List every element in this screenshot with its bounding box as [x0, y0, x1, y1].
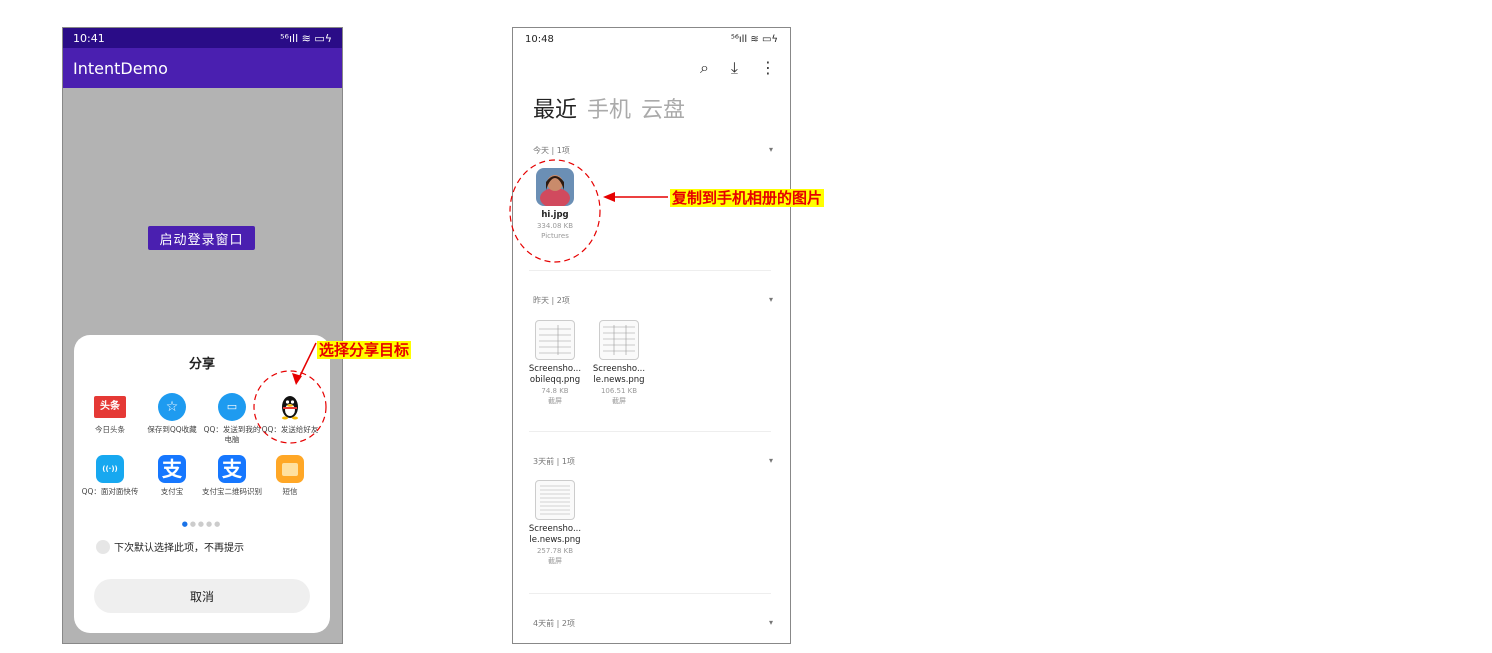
search-icon[interactable]: ⌕: [700, 58, 709, 78]
file-name: Screensho... le.news.png: [528, 524, 582, 545]
section-header-4-days[interactable]: 4天前 | 2项 ▾: [533, 618, 773, 629]
tab-cloud[interactable]: 云盘: [641, 92, 685, 124]
file-size: 74.8 KB: [541, 387, 569, 395]
status-time: 10:48: [525, 33, 554, 45]
section-header-today[interactable]: 今天 | 1项 ▾: [533, 145, 773, 156]
share-target-label: QQ：发送到我的电脑: [203, 425, 261, 444]
chevron-down-icon: ▾: [768, 456, 773, 465]
file-source: Pictures: [541, 232, 569, 240]
share-target-qq-favorites[interactable]: ☆ 保存到QQ收藏: [140, 393, 204, 435]
share-target-label: 今日头条: [95, 425, 125, 434]
file-item-screenshot-2[interactable]: Screensho... le.news.png 106.51 KB 截屏: [591, 320, 647, 406]
share-target-label: QQ：面对面快传: [81, 487, 139, 496]
chevron-down-icon: ▾: [768, 618, 773, 627]
tab-phone[interactable]: 手机: [587, 92, 631, 124]
document-thumbnail: [535, 480, 575, 520]
more-menu-icon[interactable]: ⋮: [760, 58, 776, 78]
remember-radio[interactable]: [96, 539, 110, 554]
file-source: 截屏: [548, 397, 562, 405]
file-size: 257.78 KB: [536, 547, 574, 555]
section-divider: [529, 431, 771, 432]
chevron-down-icon: ▾: [768, 145, 773, 154]
document-thumbnail: [535, 320, 575, 360]
section-label: 4天前 | 2项: [533, 619, 575, 628]
qq-penguin-icon: [276, 393, 304, 421]
share-target-label: 保存到QQ收藏: [147, 425, 197, 434]
share-target-alipay[interactable]: 支 支付宝: [140, 455, 204, 497]
share-target-label: 支付宝: [160, 487, 184, 496]
file-tabs: 最近 手机 云盘: [533, 92, 685, 124]
status-icons: ⁵⁶ıll ≋ ▭ϟ: [730, 33, 778, 45]
app-bar: IntentDemo: [63, 48, 342, 88]
section-label: 3天前 | 1项: [533, 457, 575, 466]
file-size: 106.51 KB: [600, 387, 638, 395]
page-indicator: ●●●●●: [181, 520, 223, 528]
phone-right-screen: 10:48 ⁵⁶ıll ≋ ▭ϟ ⌕ ⤓ ⋮ 最近 手机 云盘 今天 | 1项 ▾…: [512, 27, 791, 644]
face-to-face-icon: ((·)): [96, 455, 124, 483]
file-item-hi-jpg[interactable]: hi.jpg 334.08 KB Pictures: [527, 168, 583, 241]
share-target-sms[interactable]: 短信: [258, 455, 322, 497]
photo-thumbnail: [536, 168, 574, 206]
file-item-screenshot-3[interactable]: Screensho... le.news.png 257.78 KB 截屏: [527, 480, 583, 566]
status-bar: 10:41 ⁵⁶ıll ≋ ▭ϟ: [63, 28, 342, 48]
share-sheet-title: 分享: [188, 357, 215, 372]
file-item-screenshot-1[interactable]: Screensho... obileqq.png 74.8 KB 截屏: [527, 320, 583, 406]
status-icons: ⁵⁶ıll ≋ ▭ϟ: [280, 31, 332, 45]
section-label: 昨天 | 2项: [533, 296, 570, 305]
file-name: hi.jpg: [541, 210, 569, 220]
share-target-qq-friend[interactable]: QQ：发送给好友: [258, 393, 322, 435]
share-target-label: 支付宝二维码识别: [202, 487, 262, 496]
sms-icon: [276, 455, 304, 483]
alipay-qr-icon: 支: [218, 455, 246, 483]
launch-login-button[interactable]: 启动登录窗口: [148, 226, 255, 250]
file-source: 截屏: [548, 557, 562, 565]
qq-computer-icon: ▭: [218, 393, 246, 421]
share-target-alipay-qr[interactable]: 支 支付宝二维码识别: [200, 455, 264, 497]
app-title: IntentDemo: [73, 58, 168, 78]
share-target-label: QQ：发送给好友: [261, 425, 319, 434]
alipay-icon: 支: [158, 455, 186, 483]
share-target-qq-my-computer[interactable]: ▭ QQ：发送到我的电脑: [200, 393, 264, 445]
share-target-toutiao[interactable]: 头条 今日头条: [78, 393, 142, 435]
share-sheet: 分享 头条 今日头条 ☆ 保存到QQ收藏 ▭ QQ：发送到我的电脑 QQ：发送给…: [74, 335, 330, 633]
section-header-3-days[interactable]: 3天前 | 1项 ▾: [533, 456, 773, 467]
status-time: 10:41: [73, 31, 105, 45]
section-divider: [529, 593, 771, 594]
section-label: 今天 | 1项: [533, 146, 570, 155]
annotation-copied-photo: 复制到手机相册的图片: [670, 189, 825, 207]
share-target-qq-face-to-face[interactable]: ((·)) QQ：面对面快传: [78, 455, 142, 497]
remember-choice-option[interactable]: 下次默认选择此项，不再提示: [96, 539, 244, 554]
file-name: Screensho... obileqq.png: [528, 364, 582, 385]
file-source: 截屏: [612, 397, 626, 405]
toutiao-icon: 头条: [94, 396, 126, 418]
remember-choice-label: 下次默认选择此项，不再提示: [114, 543, 244, 554]
status-bar: 10:48 ⁵⁶ıll ≋ ▭ϟ: [513, 28, 790, 50]
file-toolbar: ⌕ ⤓ ⋮: [700, 58, 776, 78]
download-icon[interactable]: ⤓: [731, 58, 738, 78]
file-name: Screensho... le.news.png: [592, 364, 646, 385]
section-divider: [529, 270, 771, 271]
qq-favorites-icon: ☆: [158, 393, 186, 421]
share-target-label: 短信: [282, 487, 298, 496]
phone-left-screen: 10:41 ⁵⁶ıll ≋ ▭ϟ IntentDemo 启动登录窗口 分享 头条…: [62, 27, 343, 644]
file-size: 334.08 KB: [536, 222, 574, 230]
annotation-choose-target: 选择分享目标: [317, 341, 412, 359]
chevron-down-icon: ▾: [768, 295, 773, 304]
cancel-button[interactable]: 取消: [94, 579, 310, 613]
section-header-yesterday[interactable]: 昨天 | 2项 ▾: [533, 295, 773, 306]
document-thumbnail: [599, 320, 639, 360]
tab-recent[interactable]: 最近: [533, 92, 577, 124]
